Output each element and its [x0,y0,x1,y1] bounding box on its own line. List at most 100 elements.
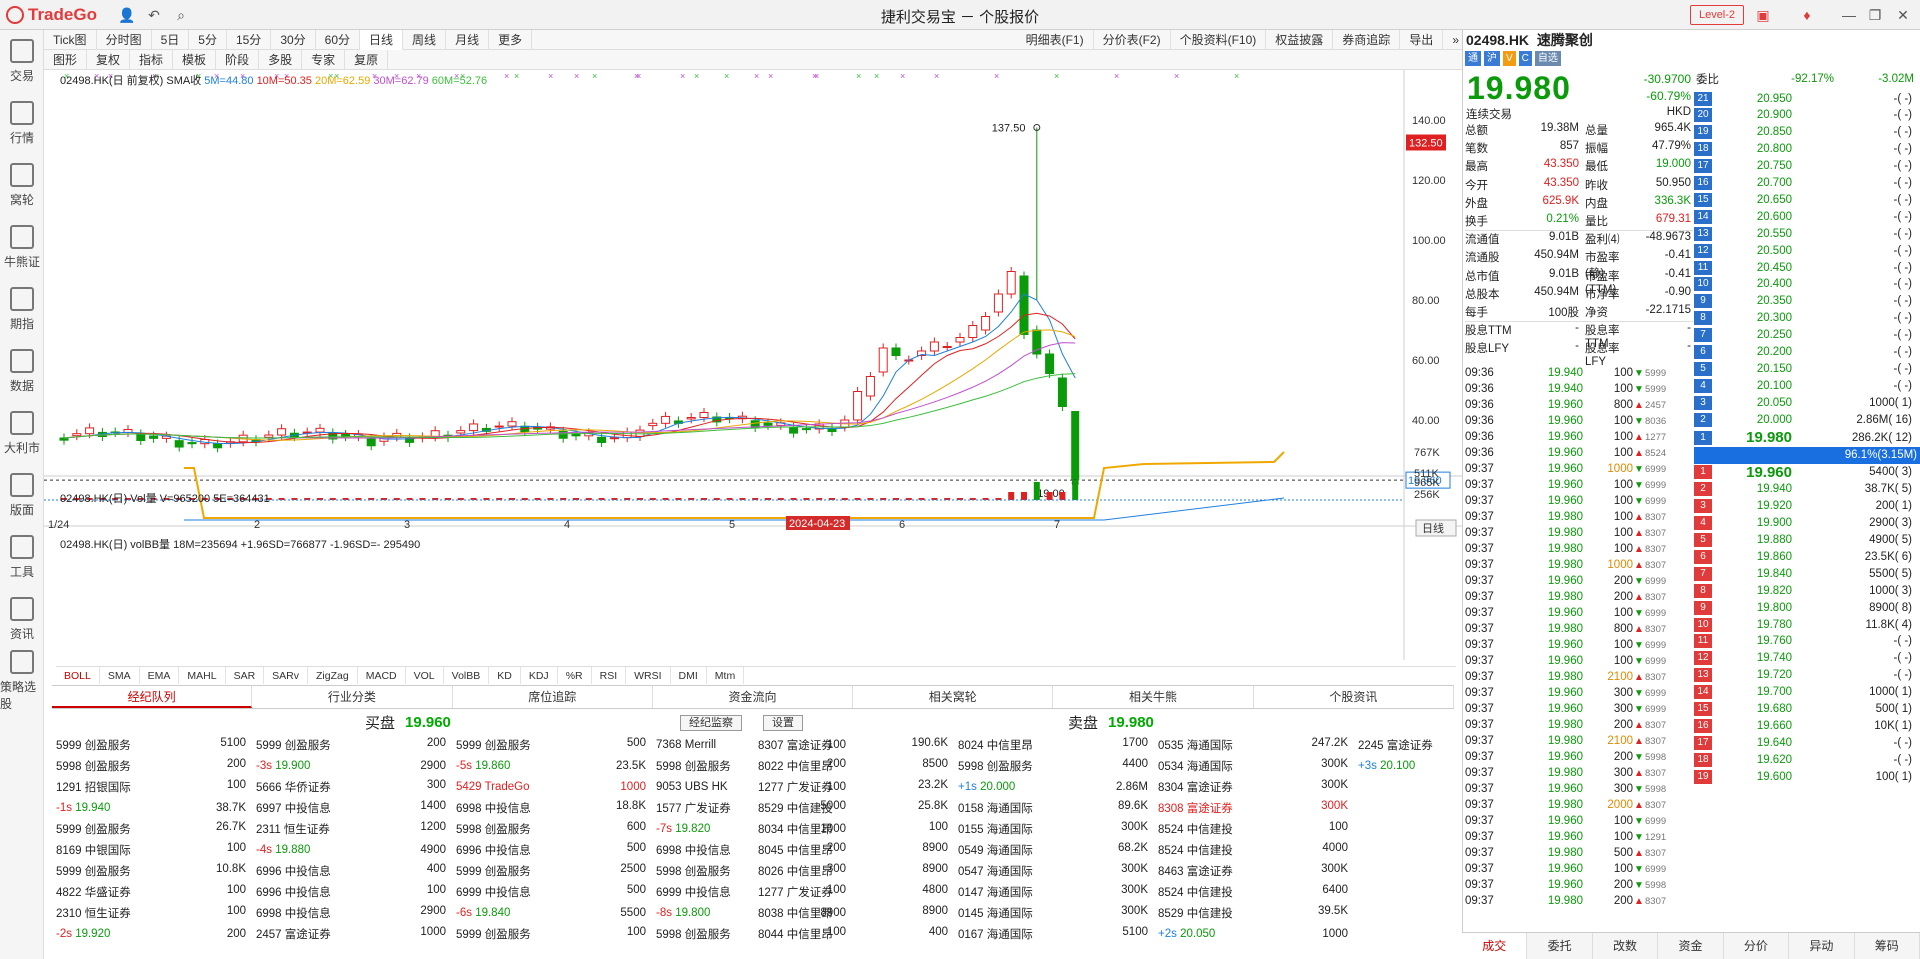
broker-cell[interactable]: 0547 海通国际 300K [956,863,1156,879]
detail-tab[interactable]: 个股资料(F10) [1171,29,1267,50]
broker-cell[interactable]: 8038 中信里昂 8900 [756,905,956,921]
ask-level[interactable]: 19 20.850 -( -) [1694,124,1920,141]
indicator-tab[interactable]: Mtm [707,667,745,684]
indicator-tab[interactable]: ZigZag [308,667,358,684]
period-tab[interactable]: 5日 [152,29,190,50]
broker-tab[interactable]: 相关牛熊 [1053,686,1254,708]
broker-cell[interactable]: 5666 华侨证券 300 [254,779,454,795]
nav-tools[interactable]: 工具 [0,526,44,588]
broker-cell[interactable]: 0147 海通国际 300K [956,884,1156,900]
bid-level[interactable]: 7 19.840 5500( 5) [1694,565,1920,582]
nav-strategy[interactable]: 策略选股 [0,650,44,712]
broker-cell[interactable]: 6998 中投信息 18.8K [454,800,654,816]
ask-level[interactable]: 16 20.700 -( -) [1694,175,1920,192]
bid-level[interactable]: 4 19.900 2900( 3) [1694,515,1920,532]
indicator-tab[interactable]: SARv [264,667,309,684]
broker-cell[interactable]: 5999 创盈服务 500 [454,737,654,753]
indicator-tab[interactable]: MACD [358,667,406,684]
broker-cell[interactable]: 1277 广发证券 23.2K [756,779,956,795]
broker-cell[interactable]: 8024 中信里昂 1700 [956,737,1156,753]
broker-cell[interactable]: 4822 华盛证券 100 [54,884,254,900]
period-tab[interactable]: 周线 [403,29,447,50]
broker-cell[interactable]: 0167 海通国际 5100 [956,926,1156,942]
chart-tool-button[interactable]: 复权 [87,49,131,70]
ask-level[interactable]: 14 20.600 -( -) [1694,208,1920,225]
badge-4[interactable]: 自选 [1534,51,1561,66]
broker-cell[interactable]: 0534 海通国际 300K [1156,758,1356,774]
bid-level[interactable]: 8 19.820 1000( 3) [1694,582,1920,599]
broker-tab[interactable]: 席位追踪 [453,686,653,708]
kline-chart[interactable]: 140.00 120.00 100.00 80.00 60.00 40.00 132.50 1… [44,70,1469,660]
broker-cell[interactable]: 0549 海通国际 68.2K [956,842,1156,858]
broker-cell[interactable]: 8463 富途证券 300K [1156,863,1356,879]
indicator-tab[interactable]: RSI [592,667,627,684]
bid-level[interactable]: 19 19.600 100( 1) [1694,768,1920,785]
ask-level[interactable]: 11 20.450 -( -) [1694,259,1920,276]
bottom-tab[interactable]: 改数 [1593,933,1659,959]
broker-cell[interactable]: 6996 中投信息 500 [454,842,654,858]
broker-cell[interactable]: -3s 19.900 2900 [254,760,454,772]
search-icon[interactable]: ⌕ [172,6,190,24]
indicator-tab[interactable]: KD [489,667,521,684]
nav-teletext[interactable]: 大利市 [0,402,44,464]
broker-cell[interactable]: 8034 中信里昂 100 [756,821,956,837]
ask-level[interactable]: 6 20.200 -( -) [1694,344,1920,361]
indicator-tab[interactable]: DMI [671,667,707,684]
bid-level[interactable]: 10 19.780 11.8K( 4) [1694,616,1920,633]
chart-tool-button[interactable]: 专家 [302,49,346,70]
bid-level[interactable]: 13 19.720 -( -) [1694,667,1920,684]
ask-level[interactable]: 17 20.750 -( -) [1694,158,1920,175]
broker-cell[interactable]: 8304 富途证券 300K [1156,779,1356,795]
indicator-tab[interactable]: WRSI [626,667,671,684]
bid-level[interactable]: 1 19.960 5400( 3) [1694,464,1920,481]
undo-icon[interactable]: ↶ [145,6,163,24]
bid-level[interactable]: 5 19.880 4900( 5) [1694,532,1920,549]
broker-cell[interactable]: -2s 19.920 200 [54,928,254,940]
broker-tab[interactable]: 相关窝轮 [853,686,1054,708]
broker-cell[interactable]: 0158 海通国际 89.6K [956,800,1156,816]
broker-cell[interactable]: 5999 创盈服务 2500 [454,863,654,879]
indicator-tab[interactable]: VOL [406,667,444,684]
nav-data[interactable]: 数据 [0,340,44,402]
badge-2[interactable]: V [1503,51,1516,66]
chart-tool-button[interactable]: 图形 [44,49,88,70]
chart-tool-button[interactable]: 指标 [130,49,174,70]
ask-level[interactable]: 18 20.800 -( -) [1694,141,1920,158]
ask-level[interactable]: 2 20.000 2.86M( 16) [1694,411,1920,428]
ask-level[interactable]: 4 20.100 -( -) [1694,377,1920,394]
broker-cell[interactable]: 0155 海通国际 300K [956,821,1156,837]
nav-trade[interactable]: 交易 [0,30,44,92]
bid-level[interactable]: 11 19.760 -( -) [1694,633,1920,650]
restore-icon[interactable]: ❐ [1866,6,1884,24]
ask-level[interactable]: 8 20.300 -( -) [1694,310,1920,327]
indicator-tab[interactable]: SAR [226,667,265,684]
broker-cell[interactable]: +1s 20.000 2.86M [956,781,1156,793]
bid-level[interactable]: 6 19.860 23.5K( 6) [1694,548,1920,565]
close-icon[interactable]: ✕ [1894,6,1912,24]
level-badge[interactable]: Level-2 [1690,5,1744,25]
broker-cell[interactable]: -4s 19.880 4900 [254,844,454,856]
period-tab[interactable]: 更多 [489,29,533,50]
broker-cell[interactable]: 5998 创盈服务 600 [454,821,654,837]
badge-0[interactable]: 通 [1465,51,1481,66]
chart-tool-button[interactable]: 多股 [259,49,303,70]
broker-tab[interactable]: 行业分类 [252,686,453,708]
bid-level[interactable]: 3 19.920 200( 1) [1694,498,1920,515]
detail-tab[interactable]: 明细表(F1) [1017,29,1094,50]
bottom-tab[interactable]: 分价 [1724,933,1790,959]
shirt-icon[interactable]: ♦ [1798,6,1816,24]
bid-level[interactable]: 18 19.620 -( -) [1694,751,1920,768]
broker-cell[interactable]: 6998 中投信息 2900 [254,905,454,921]
broker-cell[interactable]: 5429 TradeGo 1000 [454,781,654,793]
nav-market[interactable]: 行情 [0,92,44,154]
ask-level[interactable]: 21 20.950 -( -) [1694,90,1920,107]
broker-cell[interactable]: 8308 富途证券 300K [1156,800,1356,816]
indicator-tab[interactable]: KDJ [521,667,558,684]
ask-level[interactable]: 20 20.900 -( -) [1694,107,1920,124]
broker-cell[interactable]: 8529 中信建投 25.8K [756,800,956,816]
broker-cell[interactable]: 5999 创盈服务 10.8K [54,863,254,879]
broker-cell[interactable]: 5999 创盈服务 26.7K [54,821,254,837]
broker-cell[interactable]: 5999 创盈服务 100 [454,926,654,942]
trade-ticks[interactable]: 09:36 19.940 100 ▼ 5999 09:36 19.940 100 ▼ 5999 09… [1463,365,1693,909]
badge-1[interactable]: 沪 [1484,51,1500,66]
